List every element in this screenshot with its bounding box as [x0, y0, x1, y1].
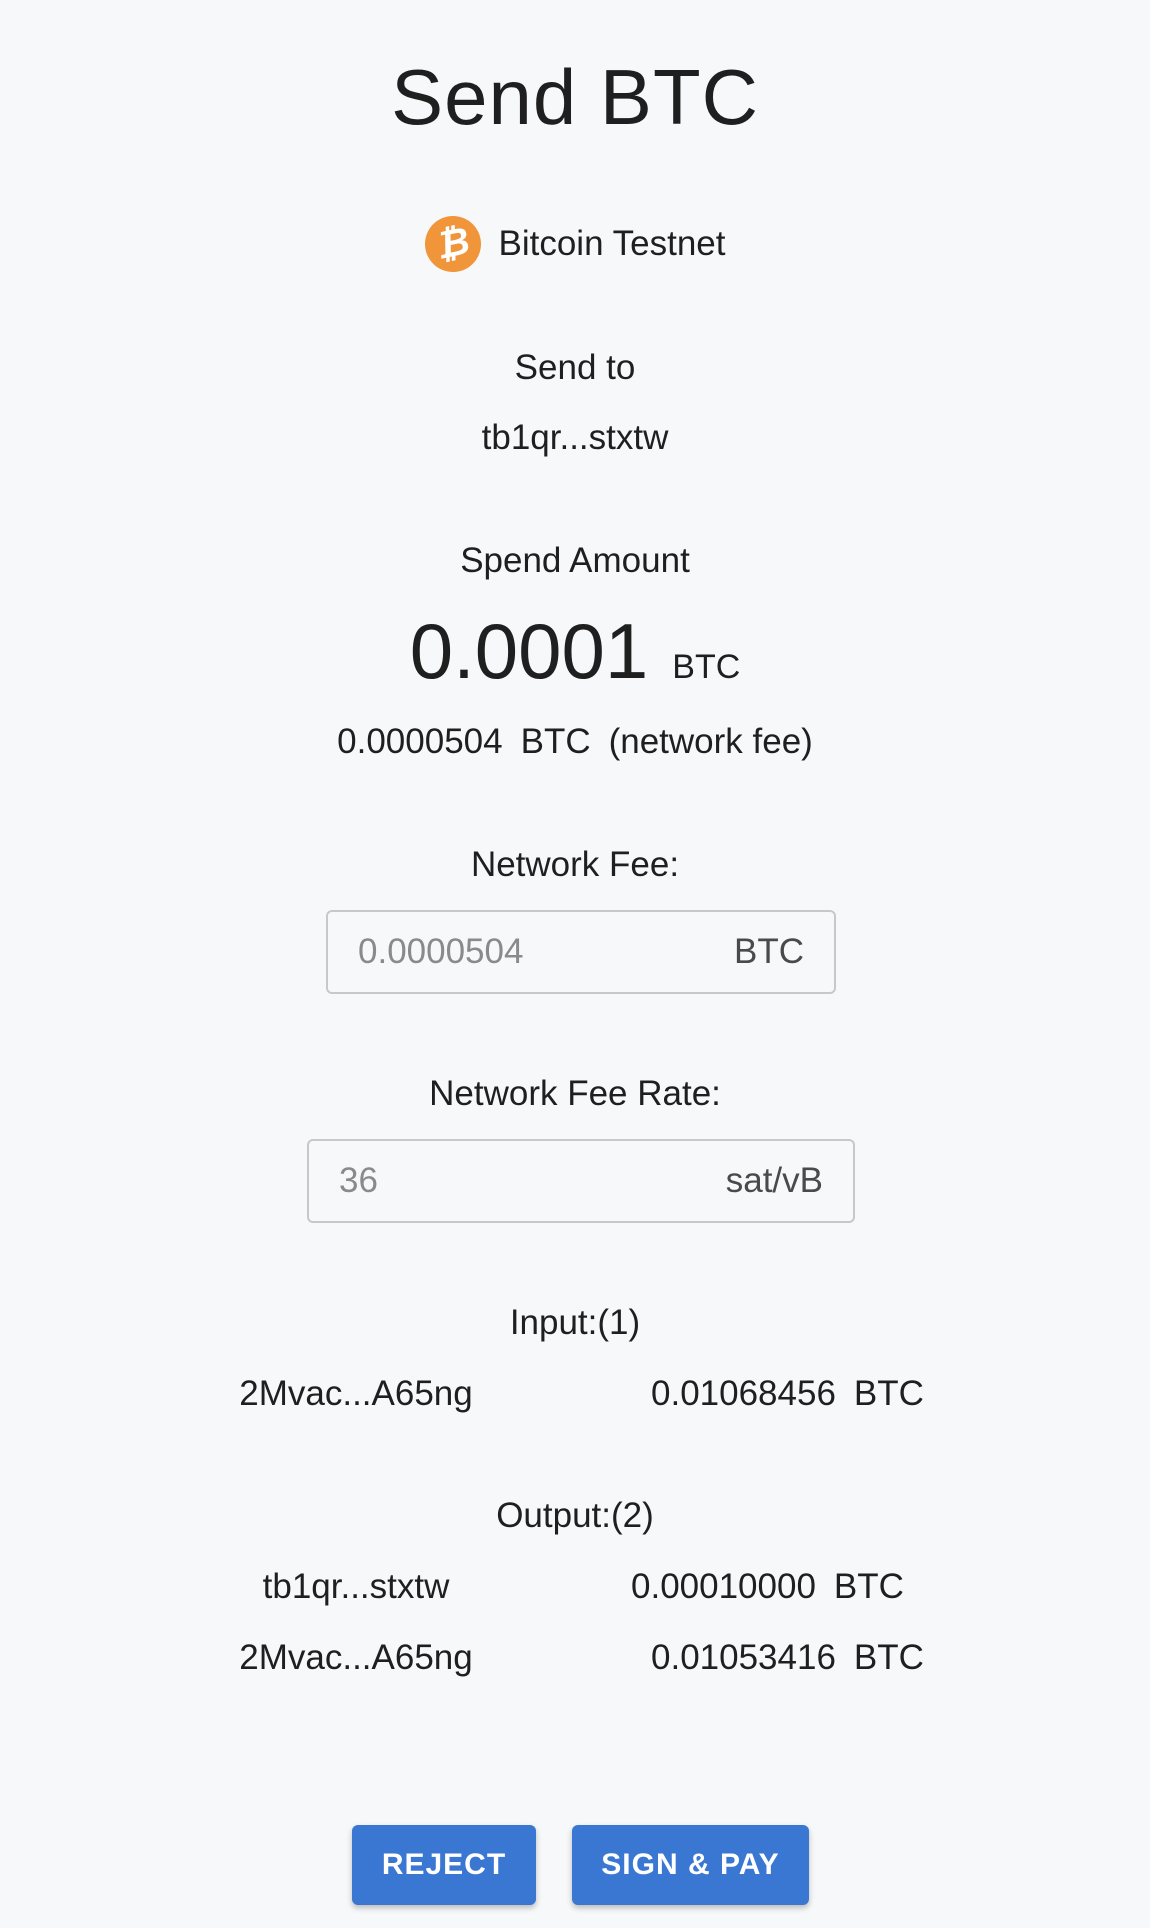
network-fee-rate-input[interactable]: [339, 1161, 589, 1201]
output-amount-unit: BTC: [853, 1638, 924, 1677]
output-amount-value: 0.01053416: [651, 1638, 836, 1677]
output-address: 2Mvac...A65ng: [239, 1638, 473, 1677]
network-fee-input[interactable]: [358, 932, 608, 972]
output-amount: 0.00010000 BTC: [631, 1565, 904, 1609]
output-amount-value: 0.00010000: [631, 1567, 816, 1606]
fee-summary: 0.0000504 BTC (network fee): [0, 720, 1150, 764]
spend-amount-unit: BTC: [672, 648, 741, 686]
network-fee-rate-field: sat/vB: [307, 1139, 855, 1223]
network-fee-field: BTC: [326, 910, 836, 994]
network-name: Bitcoin Testnet: [498, 224, 726, 263]
spend-amount-value: 0.0001: [409, 607, 649, 695]
spend-amount-label: Spend Amount: [460, 541, 690, 580]
sign-and-pay-button[interactable]: SIGN & PAY: [572, 1825, 809, 1905]
fee-summary-note: (network fee): [608, 722, 813, 761]
network-fee-rate-label: Network Fee Rate:: [429, 1074, 721, 1113]
network-fee-rate-unit: sat/vB: [725, 1161, 823, 1200]
send-to-label: Send to: [514, 348, 636, 387]
spend-amount: 0.0001 BTC: [0, 606, 1150, 696]
bitcoin-icon: ₿: [419, 210, 486, 278]
send-to-address: tb1qr...stxtw: [481, 418, 669, 457]
input-amount-value: 0.01068456: [651, 1374, 836, 1413]
input-amount-unit: BTC: [853, 1374, 924, 1413]
network-indicator: ₿ Bitcoin Testnet: [0, 210, 1150, 278]
fee-summary-unit: BTC: [520, 722, 591, 761]
fee-summary-amount: 0.0000504: [337, 722, 503, 761]
output-amount: 0.01053416 BTC: [651, 1636, 924, 1680]
inputs-title: Input:(1): [509, 1303, 641, 1342]
input-amount: 0.01068456 BTC: [651, 1372, 924, 1416]
outputs-title: Output:(2): [496, 1496, 654, 1535]
input-address: 2Mvac...A65ng: [239, 1374, 473, 1413]
page-title: Send BTC: [391, 53, 759, 141]
network-fee-label: Network Fee:: [470, 845, 680, 884]
network-fee-unit: BTC: [734, 932, 804, 971]
output-address: tb1qr...stxtw: [262, 1567, 450, 1606]
reject-button[interactable]: REJECT: [352, 1825, 536, 1905]
output-amount-unit: BTC: [833, 1567, 904, 1606]
